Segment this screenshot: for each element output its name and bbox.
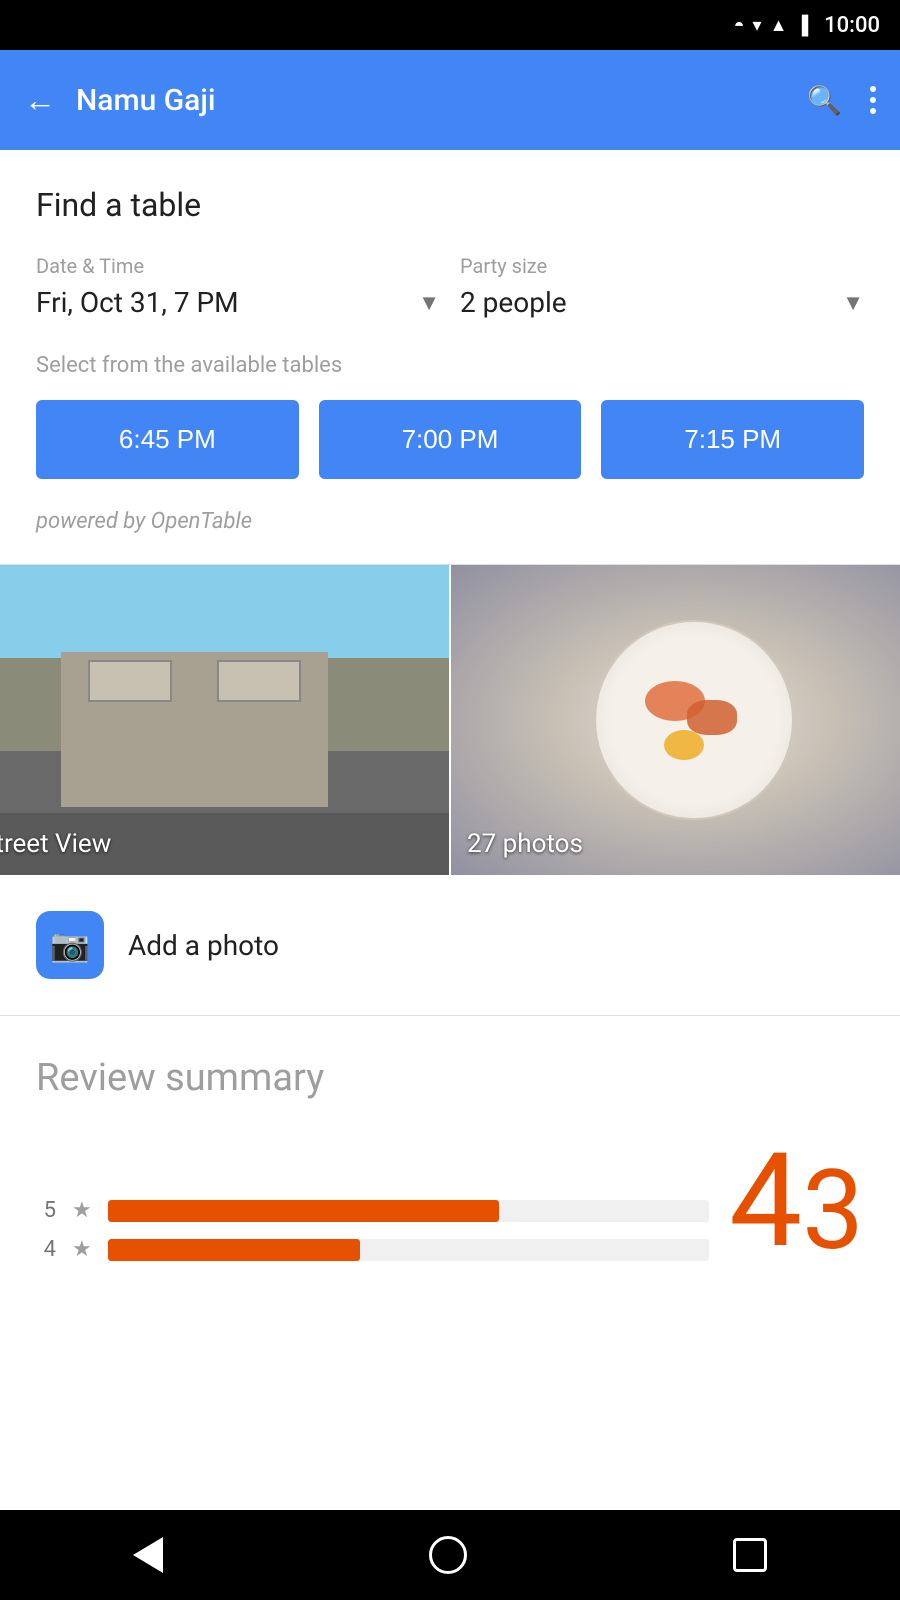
timeslot-715[interactable]: 7:15 PM bbox=[601, 400, 864, 479]
rating-bars: 5 ★ 4 ★ bbox=[36, 1198, 709, 1276]
dot1 bbox=[870, 86, 876, 92]
street-view-label: Street View bbox=[0, 829, 111, 859]
food-photo[interactable]: 27 photos bbox=[451, 565, 900, 875]
bottom-spacer bbox=[0, 1296, 900, 1386]
bottom-nav bbox=[0, 1510, 900, 1600]
partysize-label: Party size bbox=[460, 254, 864, 278]
rating-num-5: 5 bbox=[36, 1198, 56, 1223]
food-item-2 bbox=[687, 700, 737, 735]
datetime-selector[interactable]: Date & Time Fri, Oct 31, 7 PM ▼ bbox=[36, 254, 440, 325]
back-button[interactable]: ← bbox=[24, 81, 56, 119]
datetime-arrow: ▼ bbox=[418, 290, 440, 316]
powered-by: powered by OpenTable bbox=[36, 509, 864, 534]
back-triangle-icon bbox=[133, 1537, 163, 1573]
datetime-value[interactable]: Fri, Oct 31, 7 PM ▼ bbox=[36, 286, 440, 325]
rating-overview: 5 ★ 4 ★ 4 3 bbox=[36, 1136, 864, 1276]
nav-home-button[interactable] bbox=[429, 1536, 467, 1574]
timeslot-645[interactable]: 6:45 PM bbox=[36, 400, 299, 479]
timeslot-700[interactable]: 7:00 PM bbox=[319, 400, 582, 479]
street-view-photo[interactable]: Street View bbox=[0, 565, 451, 875]
star-5: ★ bbox=[72, 1198, 92, 1223]
bar-track-4 bbox=[108, 1239, 709, 1261]
selectors-row: Date & Time Fri, Oct 31, 7 PM ▼ Party si… bbox=[36, 254, 864, 325]
partysize-arrow: ▼ bbox=[842, 290, 864, 316]
bar-track-5 bbox=[108, 1200, 709, 1222]
recents-square-icon bbox=[733, 1538, 767, 1572]
battery-icon: ▐ bbox=[795, 15, 808, 36]
building bbox=[61, 652, 328, 807]
bar-fill-5 bbox=[108, 1200, 499, 1222]
status-bar: ◓ ▾ ▲ ▐ 10:00 bbox=[0, 0, 900, 50]
main-content: Find a table Date & Time Fri, Oct 31, 7 … bbox=[0, 150, 900, 534]
photos-row: Street View 27 photos bbox=[0, 565, 900, 875]
rating-row-4: 4 ★ bbox=[36, 1237, 709, 1262]
app-bar-title: Namu Gaji bbox=[76, 83, 787, 118]
bar-fill-4 bbox=[108, 1239, 361, 1261]
status-icons: ◓ ▾ ▲ ▐ 10:00 bbox=[734, 13, 880, 38]
add-photo-label: Add a photo bbox=[128, 929, 279, 962]
time-slots-row: 6:45 PM 7:00 PM 7:15 PM bbox=[36, 400, 864, 479]
nav-back-button[interactable] bbox=[133, 1537, 163, 1573]
add-photo-row[interactable]: 📷 Add a photo bbox=[0, 875, 900, 1015]
big-rating-num-4: 4 bbox=[729, 1136, 802, 1266]
home-circle-icon bbox=[429, 1536, 467, 1574]
food-item-3 bbox=[664, 730, 704, 760]
find-table-title: Find a table bbox=[36, 186, 864, 224]
wifi-icon: ▾ bbox=[753, 15, 762, 36]
rating-num-4: 4 bbox=[36, 1237, 56, 1262]
status-time: 10:00 bbox=[824, 13, 880, 38]
star-4: ★ bbox=[72, 1237, 92, 1262]
available-label: Select from the available tables bbox=[36, 353, 864, 378]
nav-recents-button[interactable] bbox=[733, 1538, 767, 1572]
signal-icon: ▲ bbox=[770, 15, 788, 36]
review-title: Review summary bbox=[36, 1056, 864, 1100]
camera-icon-wrap: 📷 bbox=[36, 911, 104, 979]
food-plate bbox=[594, 620, 794, 820]
review-section: Review summary 5 ★ 4 ★ 4 3 bbox=[0, 1016, 900, 1296]
partysize-selector[interactable]: Party size 2 people ▼ bbox=[460, 254, 864, 325]
more-button[interactable] bbox=[870, 86, 876, 114]
big-rating: 4 3 bbox=[709, 1136, 864, 1276]
camera-icon: 📷 bbox=[50, 926, 90, 964]
big-rating-num-3: 3 bbox=[802, 1156, 864, 1266]
datetime-label: Date & Time bbox=[36, 254, 440, 278]
dot3 bbox=[870, 108, 876, 114]
rating-row-5: 5 ★ bbox=[36, 1198, 709, 1223]
search-button[interactable]: 🔍 bbox=[807, 84, 842, 117]
app-bar: ← Namu Gaji 🔍 bbox=[0, 50, 900, 150]
partysize-value[interactable]: 2 people ▼ bbox=[460, 286, 864, 325]
dot2 bbox=[870, 97, 876, 103]
photos-count-label: 27 photos bbox=[467, 829, 583, 859]
location-icon: ◓ bbox=[734, 15, 745, 36]
